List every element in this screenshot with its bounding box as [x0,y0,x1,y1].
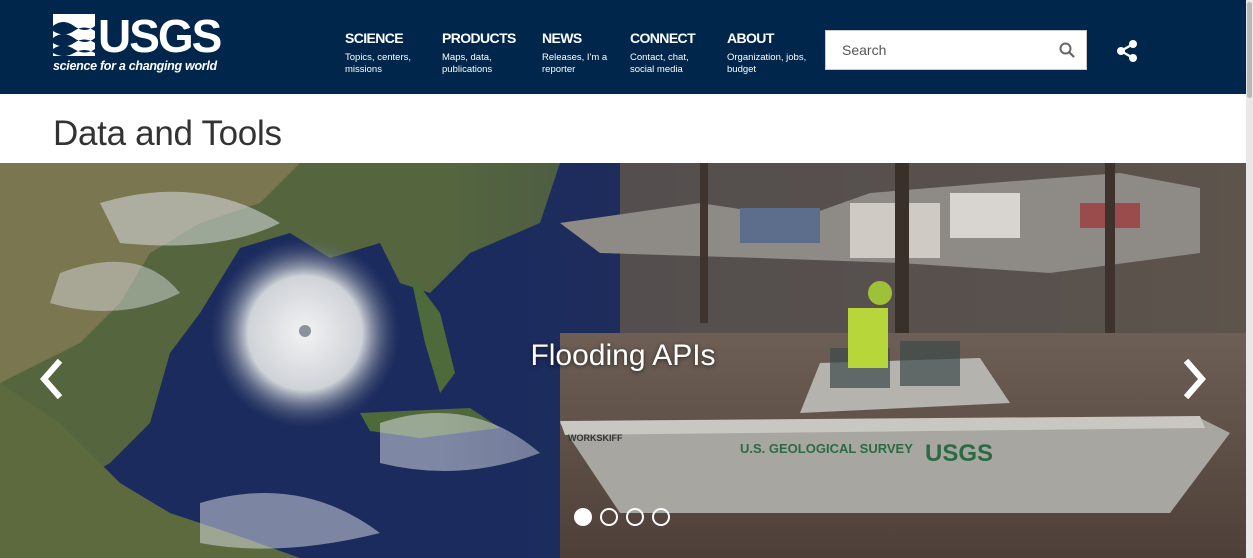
nav-title: ABOUT [727,30,774,46]
nav-subtitle: Maps, data, publications [442,52,493,75]
logo-wordmark: USGS [98,10,222,62]
nav-title: SCIENCE [345,30,404,46]
nav-subtitle: Contact, chat, social media [630,52,689,75]
boat-brand: WORKSKIFF [568,433,623,443]
hero-carousel: U.S. GEOLOGICAL SURVEY USGS WORKSKIFF Fl… [0,163,1246,558]
nav-title: PRODUCTS [442,30,516,46]
nav-title: CONNECT [630,30,696,46]
nav-subtitle: Organization, jobs, budget [727,52,807,75]
nav-item-news[interactable]: NEWS Releases, I'm a reporter [542,30,632,76]
carousel-dot-1[interactable] [574,508,592,526]
carousel-dot-3[interactable] [626,508,644,526]
nav-item-connect[interactable]: CONNECT Contact, chat, social media [630,30,720,76]
share-icon[interactable] [1115,39,1139,63]
carousel-dot-4[interactable] [652,508,670,526]
nav-subtitle: Topics, centers, missions [345,52,411,75]
nav-item-products[interactable]: PRODUCTS Maps, data, publications [442,30,532,76]
chevron-right-icon[interactable] [1180,359,1208,399]
logo-tagline: science for a changing world [53,59,217,73]
search-icon[interactable] [1058,41,1076,59]
carousel-dot-2[interactable] [600,508,618,526]
page-title: Data and Tools [53,114,282,153]
nav-item-science[interactable]: SCIENCE Topics, centers, missions [345,30,435,76]
scrollbar-thumb[interactable] [1247,2,1252,98]
page-title-band: Data and Tools [0,94,1246,163]
boat-logo-text: USGS [925,440,993,467]
boat-hull-label: U.S. GEOLOGICAL SURVEY [740,441,913,456]
nav-title: NEWS [542,30,582,46]
usgs-wave-logo-icon [53,14,95,56]
page-scrollbar[interactable] [1246,0,1253,558]
site-header: USGS science for a changing world SCIENC… [0,0,1246,94]
slide-caption[interactable]: Flooding APIs [0,339,1246,373]
search-input[interactable] [826,31,1051,69]
chevron-left-icon[interactable] [38,359,66,399]
usgs-logo[interactable]: USGS science for a changing world [53,10,223,78]
search-box [825,30,1087,70]
nav-item-about[interactable]: ABOUT Organization, jobs, budget [727,30,817,76]
nav-subtitle: Releases, I'm a reporter [542,52,608,75]
